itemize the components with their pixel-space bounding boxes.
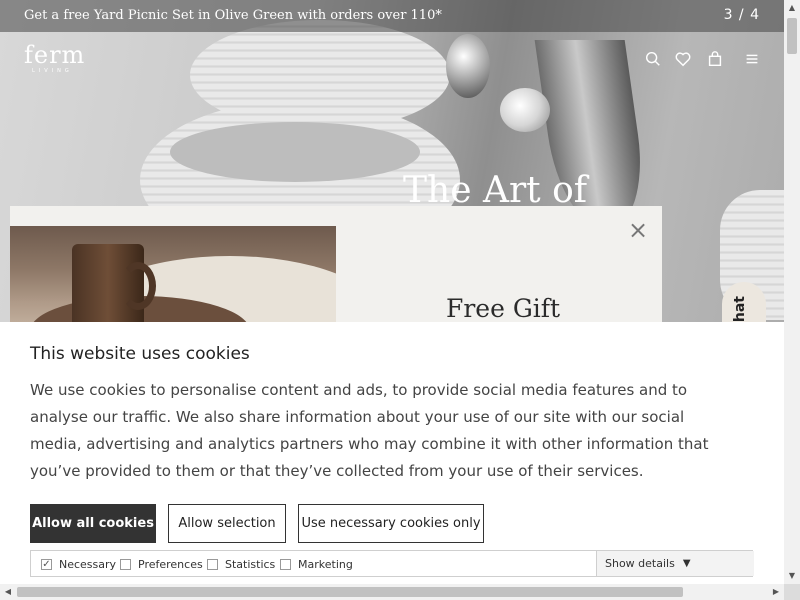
pref-necessary[interactable]: ✓ Necessary: [41, 558, 116, 571]
pref-label: Necessary: [59, 558, 117, 571]
scroll-down-icon[interactable]: ▼: [784, 568, 800, 584]
pref-preferences[interactable]: Preferences: [120, 558, 203, 571]
allow-selection-button[interactable]: Allow selection: [168, 504, 286, 543]
menu-icon[interactable]: [741, 48, 763, 70]
scroll-up-icon[interactable]: ▲: [784, 0, 800, 16]
cookie-preferences-bar: ✓ Necessary Preferences Statistics Marke…: [30, 550, 754, 577]
scroll-right-icon[interactable]: ▶: [768, 584, 784, 600]
checkbox-icon[interactable]: [207, 559, 218, 570]
logo-wordmark: ferm: [24, 41, 86, 69]
checkbox-icon[interactable]: [120, 559, 131, 570]
pref-label: Preferences: [138, 558, 203, 571]
close-icon[interactable]: ×: [626, 218, 650, 242]
chrome-highlight-image: [446, 34, 490, 98]
announcement-bar: Get a free Yard Picnic Set in Olive Gree…: [0, 0, 784, 32]
cookie-banner: This website uses cookies We use cookies…: [0, 322, 784, 584]
checkbox-checked-icon[interactable]: ✓: [41, 559, 52, 570]
checkbox-icon[interactable]: [280, 559, 291, 570]
hero-heading: The Art of: [403, 170, 588, 211]
brand-logo[interactable]: ferm LIVING: [24, 42, 85, 74]
vertical-scroll-thumb[interactable]: [787, 18, 797, 54]
pref-label: Marketing: [298, 558, 353, 571]
pref-statistics[interactable]: Statistics: [207, 558, 275, 571]
announcement-counter: 3 / 4: [723, 7, 760, 23]
gift-title: Free Gift: [446, 294, 561, 323]
pref-marketing[interactable]: Marketing: [280, 558, 353, 571]
heart-icon[interactable]: [672, 48, 694, 70]
horizontal-scrollbar[interactable]: ◀ ▶: [0, 584, 784, 600]
bag-icon[interactable]: [704, 48, 726, 70]
scrollbar-corner: [784, 584, 800, 600]
scroll-left-icon[interactable]: ◀: [0, 584, 16, 600]
chevron-down-icon: ▼: [682, 558, 691, 569]
announcement-text[interactable]: Get a free Yard Picnic Set in Olive Gree…: [24, 8, 442, 23]
free-gift-popup: × Free Gift: [10, 206, 662, 336]
horizontal-scroll-thumb[interactable]: [17, 587, 683, 597]
vertical-scrollbar[interactable]: ▲ ▼: [784, 0, 800, 584]
pref-label: Statistics: [225, 558, 276, 571]
necessary-cookies-only-button[interactable]: Use necessary cookies only: [298, 504, 484, 543]
chrome-highlight-image: [500, 88, 550, 132]
cookie-banner-title: This website uses cookies: [30, 344, 250, 364]
mug-handle-image: [120, 262, 156, 310]
allow-all-cookies-button[interactable]: Allow all cookies: [30, 504, 156, 543]
show-details-label: Show details: [605, 557, 675, 570]
gift-product-image: [10, 226, 336, 336]
search-icon[interactable]: [642, 48, 664, 70]
cookie-banner-text: We use cookies to personalise content an…: [30, 381, 709, 480]
show-details-button[interactable]: Show details ▼: [596, 551, 754, 576]
